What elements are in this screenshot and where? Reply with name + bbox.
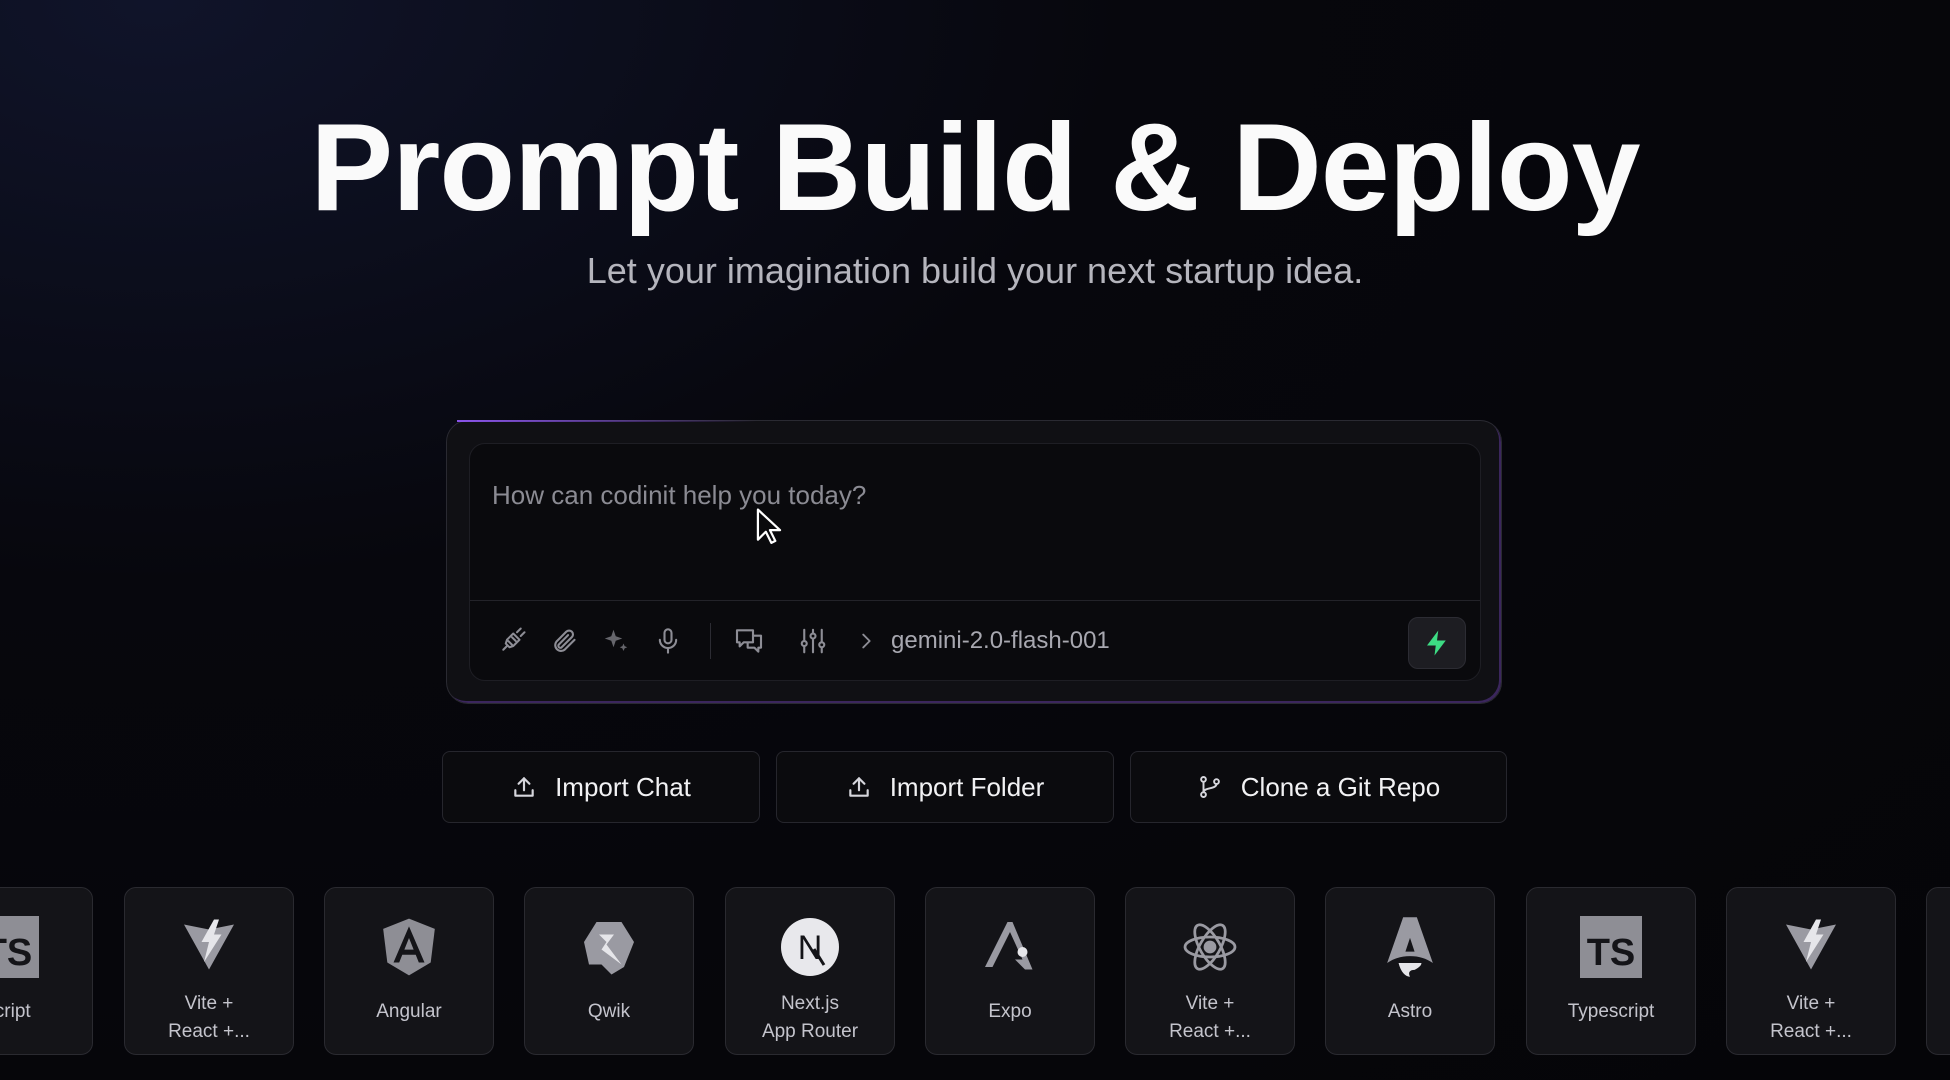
clone-git-repo-label: Clone a Git Repo: [1240, 771, 1441, 802]
template-label-line1: Next.js: [780, 993, 840, 1014]
template-card-vite-react[interactable]: Vite + React +...: [124, 887, 294, 1055]
template-label-line1: Vite +: [184, 993, 234, 1014]
template-label-line2: React +...: [1169, 1021, 1251, 1042]
template-card-nextjs[interactable]: N Next.js App Router: [725, 887, 895, 1055]
template-card-qwik[interactable]: Qwik: [524, 887, 694, 1055]
astro-logo-icon: [1382, 912, 1438, 982]
template-label: Angular: [376, 1001, 442, 1022]
vite-logo-icon: [1781, 912, 1841, 982]
import-folder-label: Import Folder: [889, 771, 1045, 802]
send-button[interactable]: [1408, 617, 1466, 669]
template-label-line1: Vite +: [1786, 993, 1836, 1014]
template-card-expo[interactable]: Expo: [925, 887, 1095, 1055]
prompt-card: gemini-2.0-flash-001: [446, 420, 1502, 704]
prompt-toolbar: gemini-2.0-flash-001: [470, 601, 1480, 681]
sparkles-icon[interactable]: [596, 621, 636, 661]
import-folder-button[interactable]: Import Folder: [776, 751, 1114, 823]
template-label: Qwik: [587, 1001, 631, 1022]
model-name: gemini-2.0-flash-001: [891, 627, 1110, 654]
sliders-icon[interactable]: [793, 621, 833, 661]
prompt-inner: gemini-2.0-flash-001: [469, 443, 1481, 681]
svg-text:TS: TS: [1587, 932, 1636, 974]
template-label: Typescript: [1567, 1001, 1655, 1022]
import-chat-button[interactable]: Import Chat: [442, 751, 760, 823]
svg-text:N: N: [798, 929, 823, 967]
chevron-right-icon: [855, 630, 877, 652]
ts-logo-icon: TS: [1580, 912, 1642, 982]
clone-git-repo-button[interactable]: Clone a Git Repo: [1130, 751, 1507, 823]
model-selector[interactable]: gemini-2.0-flash-001: [855, 627, 1110, 655]
svg-text:TS: TS: [0, 932, 32, 974]
react-logo-icon: [1180, 912, 1240, 982]
template-card-vite-react-3[interactable]: Vite + React +...: [1726, 887, 1896, 1055]
template-label: Astro: [1387, 1001, 1433, 1022]
template-row: TS script Vite +React +... Angular Qwik …: [0, 887, 1950, 1055]
ts-logo-icon: TS: [0, 912, 39, 982]
page-title: Prompt Build & Deploy: [310, 99, 1640, 237]
git-branch-icon: [1197, 774, 1223, 800]
template-card-partial[interactable]: [1926, 887, 1950, 1055]
paperclip-icon[interactable]: [544, 621, 584, 661]
template-label-line2: App Router: [761, 1021, 859, 1042]
upload-icon: [511, 774, 537, 800]
template-label: script: [0, 1001, 31, 1022]
angular-logo-icon: [378, 912, 440, 982]
chat-icon[interactable]: [729, 621, 769, 661]
toolbar-separator: [710, 623, 711, 659]
lightning-icon: [1427, 630, 1446, 656]
template-card-angular[interactable]: Angular: [324, 887, 494, 1055]
import-chat-label: Import Chat: [555, 771, 691, 802]
qwik-logo-icon: [579, 912, 639, 982]
template-label: Expo: [988, 1001, 1032, 1022]
template-label-line1: Vite +: [1185, 993, 1235, 1014]
template-card-vite-react-2[interactable]: Vite + React +...: [1125, 887, 1295, 1055]
page-subtitle: Let your imagination build your next sta…: [586, 250, 1364, 291]
template-card-astro[interactable]: Astro: [1325, 887, 1495, 1055]
template-card-typescript-partial[interactable]: TS script: [0, 887, 93, 1055]
vite-logo-icon: [179, 912, 239, 982]
nextjs-logo-icon: N: [780, 912, 840, 982]
template-card-typescript[interactable]: TS Typescript: [1526, 887, 1696, 1055]
expo-logo-icon: [980, 912, 1040, 982]
template-label-line2: React +...: [1770, 1021, 1852, 1042]
plug-icon[interactable]: [492, 621, 532, 661]
template-label-line2: React +...: [168, 1021, 250, 1042]
prompt-input[interactable]: [470, 444, 1480, 600]
mouse-cursor-icon: [756, 508, 782, 544]
microphone-icon[interactable]: [648, 621, 688, 661]
upload-icon: [846, 774, 872, 800]
